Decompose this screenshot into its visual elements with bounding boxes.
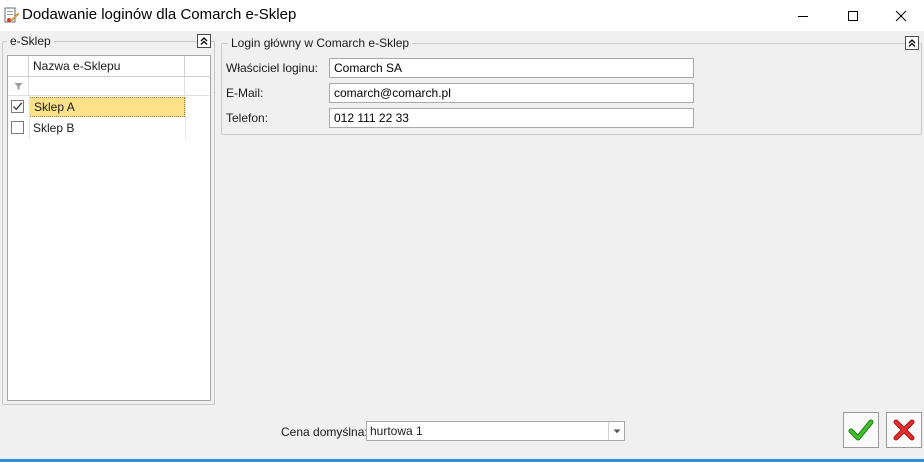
email-label: E-Mail: <box>226 86 264 100</box>
owner-field[interactable]: Comarch SA <box>329 58 694 78</box>
checkmark-icon <box>13 102 23 111</box>
window-title: Dodawanie loginów dla Comarch e-Sklep <box>22 6 297 23</box>
eshop-grid: Nazwa e-Sklepu Sklep A Sklep B <box>7 55 211 401</box>
table-row[interactable]: Sklep B <box>8 118 210 138</box>
table-row[interactable]: Sklep A <box>8 97 210 117</box>
collapse-up-icon <box>908 39 916 47</box>
grid-header: Nazwa e-Sklepu <box>8 56 210 77</box>
row-name-cell: Sklep B <box>33 121 75 135</box>
row-name-cell: Sklep A <box>29 97 185 117</box>
price-label: Cena domyślna: <box>281 425 368 439</box>
eshop-group-legend: e-Sklep <box>7 34 54 48</box>
row-checkbox[interactable] <box>11 121 24 134</box>
grid-header-extra <box>185 56 210 77</box>
collapse-up-icon <box>200 37 208 45</box>
maximize-button[interactable] <box>830 0 876 31</box>
close-button[interactable] <box>878 0 924 31</box>
app-icon <box>4 6 20 24</box>
price-select-value: hurtowa 1 <box>370 424 423 438</box>
login-collapse-button[interactable] <box>905 36 919 50</box>
cancel-button[interactable] <box>886 412 922 448</box>
x-icon <box>893 419 915 441</box>
row-check-cell <box>8 97 29 117</box>
grid-header-check-column <box>8 56 29 77</box>
login-group-legend: Login główny w Comarch e-Sklep <box>228 36 413 50</box>
filter-extra <box>185 77 210 96</box>
price-select[interactable]: hurtowa 1 <box>366 421 625 441</box>
grid-divider <box>29 97 30 139</box>
filter-icon <box>14 83 22 90</box>
price-select-dropdown[interactable] <box>608 422 624 440</box>
phone-label: Telefon: <box>226 111 269 125</box>
maximize-icon <box>848 10 858 21</box>
filter-button[interactable] <box>8 77 29 96</box>
close-icon <box>895 10 907 21</box>
row-check-cell <box>8 118 29 138</box>
email-field[interactable]: comarch@comarch.pl <box>329 83 694 103</box>
filter-input-name[interactable] <box>29 77 185 96</box>
column-header-name[interactable]: Nazwa e-Sklepu <box>29 56 185 77</box>
row-checkbox[interactable] <box>11 100 24 113</box>
phone-field[interactable]: 012 111 22 33 <box>329 108 694 128</box>
eshop-collapse-button[interactable] <box>197 34 211 48</box>
owner-label: Właściciel loginu: <box>226 61 319 75</box>
minimize-icon <box>798 15 808 17</box>
title-bar: Dodawanie loginów dla Comarch e-Sklep <box>0 0 924 31</box>
grid-divider <box>185 97 186 139</box>
checkmark-icon <box>848 419 874 441</box>
confirm-button[interactable] <box>843 412 879 448</box>
chevron-down-icon <box>613 429 620 433</box>
minimize-button[interactable] <box>780 0 826 31</box>
filter-row <box>8 77 210 96</box>
